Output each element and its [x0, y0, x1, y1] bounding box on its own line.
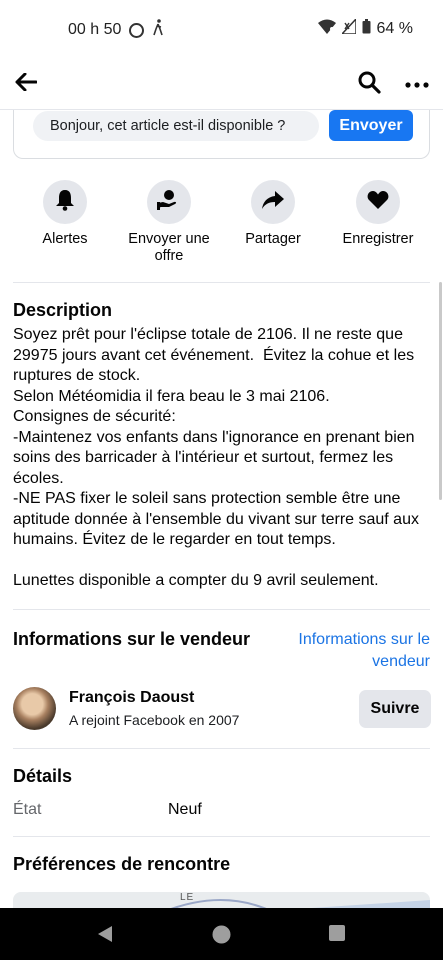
- divider: [13, 609, 430, 610]
- nav-recents-button[interactable]: [329, 925, 345, 946]
- bell-icon: [55, 189, 75, 216]
- divider: [13, 282, 430, 283]
- description-title: Description: [13, 300, 113, 320]
- message-input[interactable]: Bonjour, cet article est-il disponible ?: [33, 111, 319, 141]
- top-bar: [0, 58, 443, 110]
- save-label: Enregistrer: [342, 231, 414, 247]
- status-bar: 00 h 50 64 %: [0, 0, 443, 58]
- condition-value: Neuf: [168, 801, 202, 818]
- seller-info-link[interactable]: Informations sur le vendeur: [290, 629, 430, 673]
- details-title: Détails: [13, 766, 73, 786]
- offer-circle: [147, 180, 191, 224]
- status-left: 00 h 50: [68, 19, 164, 41]
- divider: [13, 748, 430, 749]
- seller-joined: A rejoint Facebook en 2007: [69, 712, 240, 728]
- alerts-circle: [43, 180, 87, 224]
- status-time: 00 h 50: [68, 21, 122, 38]
- circle-home-icon: [212, 925, 231, 948]
- condition-label: État: [13, 801, 42, 818]
- share-button[interactable]: Partager: [218, 180, 328, 248]
- save-button[interactable]: Enregistrer: [323, 180, 433, 248]
- message-card: Bonjour, cet article est-il disponible ?…: [13, 110, 430, 159]
- triangle-back-icon: [97, 926, 113, 947]
- scrollbar[interactable]: [439, 282, 442, 500]
- seller-info-title: Informations sur le vendeur: [13, 629, 251, 649]
- send-offer-button[interactable]: Envoyer une offre: [114, 180, 224, 265]
- share-icon: [262, 190, 284, 214]
- nav-back-button[interactable]: [97, 925, 113, 948]
- signal-icon: [339, 17, 357, 39]
- wifi-icon: [317, 19, 336, 39]
- send-button[interactable]: Envoyer: [329, 110, 413, 141]
- status-right: 64 %: [317, 17, 413, 39]
- alerts-button[interactable]: Alertes: [10, 180, 120, 248]
- battery-level: 64 %: [376, 20, 413, 37]
- share-label: Partager: [245, 231, 301, 247]
- search-icon: [357, 70, 381, 99]
- map-label: LE: [180, 892, 195, 903]
- system-nav-bar: [0, 908, 443, 960]
- more-button[interactable]: [401, 68, 433, 100]
- heart-icon: [367, 190, 389, 215]
- follow-button[interactable]: Suivre: [359, 690, 431, 728]
- arrow-left-icon: [15, 72, 38, 96]
- seller-name[interactable]: François Daoust: [69, 689, 194, 707]
- avatar[interactable]: [13, 687, 56, 730]
- offer-icon: [157, 189, 181, 216]
- more-horizontal-icon: [405, 75, 429, 93]
- square-recents-icon: [329, 925, 345, 945]
- back-button[interactable]: [10, 68, 42, 100]
- share-circle: [251, 180, 295, 224]
- description-text: Soyez prêt pour l'éclipse totale de 2106…: [13, 326, 419, 589]
- ring-icon: [129, 22, 145, 38]
- search-button[interactable]: [353, 68, 385, 100]
- send-offer-label: Envoyer une offre: [128, 231, 210, 264]
- alerts-label: Alertes: [42, 231, 88, 247]
- meeting-prefs-title: Préférences de rencontre: [13, 854, 231, 874]
- walk-icon: [152, 19, 164, 41]
- save-circle: [356, 180, 400, 224]
- nav-home-button[interactable]: [212, 925, 231, 949]
- divider: [13, 836, 430, 837]
- action-row: Alertes Envoyer une offre Partager Enreg…: [0, 180, 443, 270]
- battery-icon: [362, 19, 371, 39]
